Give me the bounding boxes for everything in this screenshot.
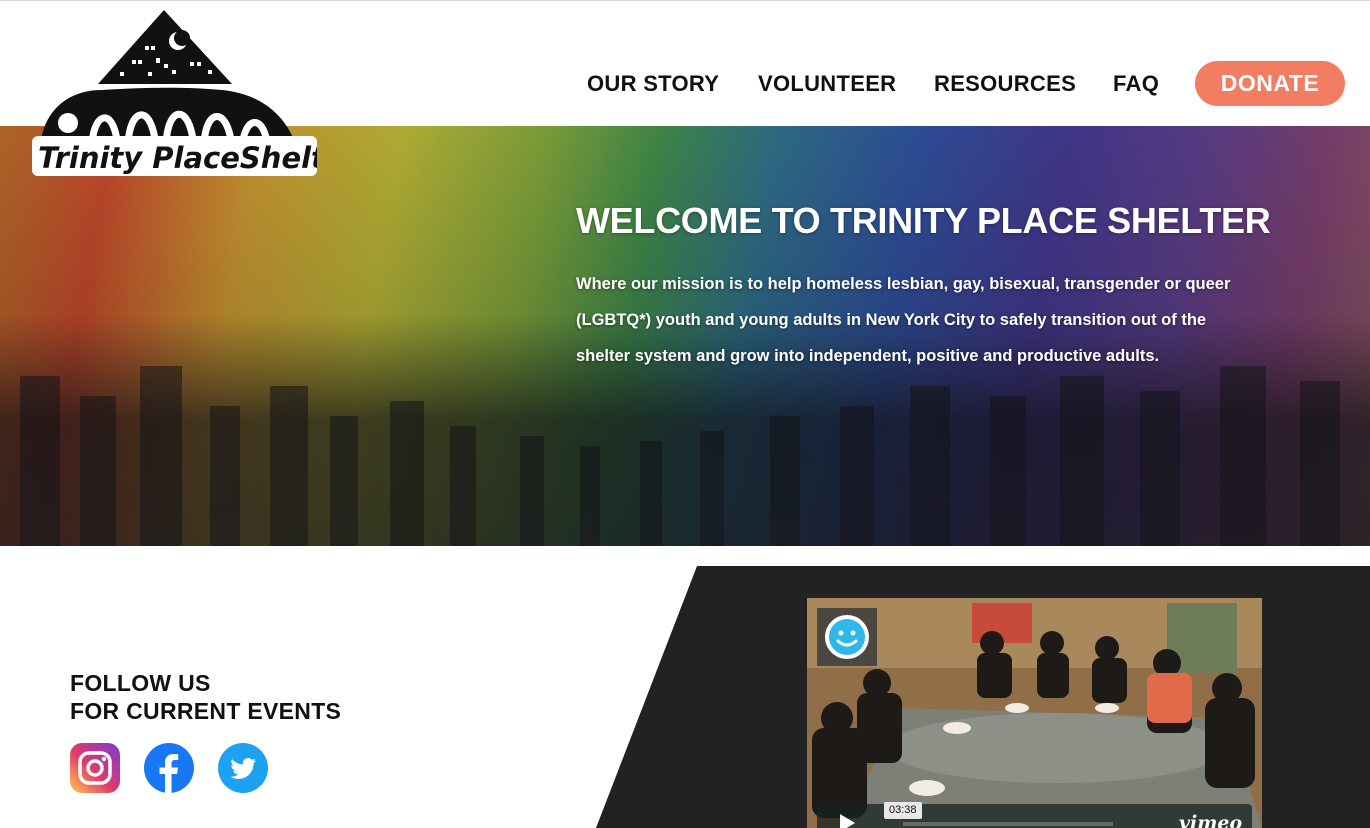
hero-title: WELCOME TO TRINITY PLACE SHELTER [576, 200, 1271, 241]
smiley-avatar-icon [825, 615, 869, 659]
hero-mission-text: Where our mission is to help homeless le… [576, 275, 1231, 365]
site-logo[interactable]: Trinity PlaceShelter [32, 8, 361, 183]
facebook-icon[interactable] [144, 743, 194, 793]
video-progress-track[interactable] [903, 822, 1113, 826]
instagram-icon[interactable] [70, 743, 120, 793]
nav-our-story[interactable]: OUR STORY [587, 71, 719, 97]
nav-volunteer[interactable]: VOLUNTEER [758, 71, 896, 97]
video-duration: 03:38 [884, 802, 922, 819]
vimeo-user-avatar[interactable] [817, 608, 877, 666]
follow-us-heading: FOLLOW US FOR CURRENT EVENTS [70, 669, 341, 725]
logo-text: Trinity PlaceShelter [38, 141, 317, 175]
twitter-icon[interactable] [218, 743, 268, 793]
logo-image: Trinity PlaceShelter [32, 10, 361, 176]
follow-line-2: FOR CURRENT EVENTS [70, 698, 342, 724]
nav-resources[interactable]: RESOURCES [934, 71, 1076, 97]
vimeo-logo[interactable]: vimeo [1179, 812, 1242, 828]
play-icon[interactable] [840, 814, 855, 828]
nav-faq[interactable]: FAQ [1113, 71, 1159, 97]
vimeo-video-player[interactable]: 03:38 vimeo [807, 598, 1262, 828]
donate-button[interactable]: DONATE [1195, 61, 1345, 106]
follow-line-1: FOLLOW US [70, 670, 211, 696]
